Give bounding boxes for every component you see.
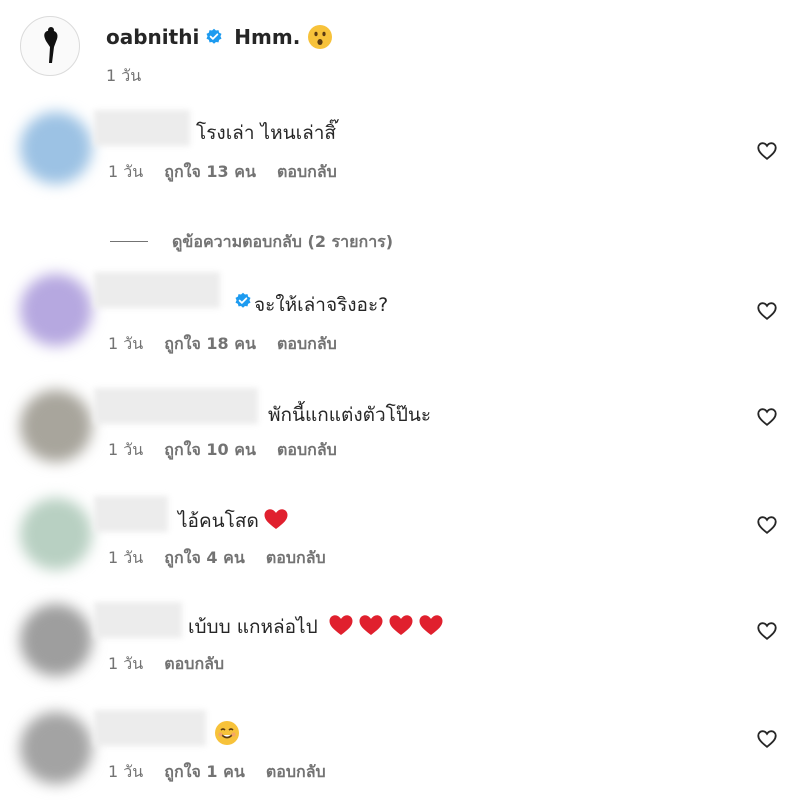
comment-time: 1 วัน	[108, 548, 144, 567]
commenter-username-blurred[interactable]	[94, 272, 220, 308]
comment-likes[interactable]: ถูกใจ 4 คน	[164, 548, 244, 567]
comment-text: จะให้เล่าจริงอะ?	[254, 294, 389, 316]
commenter-username-blurred[interactable]	[94, 388, 258, 424]
comment-item: โรงเล่า ไหนเล่าสิ๊ 1 วัน ถูกใจ 13 คน ตอบ…	[0, 104, 800, 210]
comment-time: 1 วัน	[108, 654, 144, 673]
view-replies-link[interactable]: ดูข้อความตอบกลับ (2 รายการ)	[110, 230, 393, 255]
comment-likes[interactable]: ถูกใจ 10 คน	[164, 440, 256, 459]
post-time: 1 วัน	[106, 66, 142, 85]
comment-item: จะให้เล่าจริงอะ? 1 วัน ถูกใจ 18 คน ตอบกล…	[0, 266, 800, 372]
comment-time: 1 วัน	[108, 762, 144, 781]
like-heart-outline-icon[interactable]	[756, 620, 778, 642]
comment-meta: 1 วัน ถูกใจ 4 คน ตอบกลับ	[108, 546, 342, 571]
comment-item: ไอ้คนโสด 1 วัน ถูกใจ 4 คน ตอบกลับ	[0, 490, 800, 596]
hushed-face-emoji-icon	[308, 25, 333, 49]
reply-button[interactable]: ตอบกลับ	[266, 548, 326, 567]
reply-button[interactable]: ตอบกลับ	[164, 654, 224, 673]
commenter-avatar[interactable]	[20, 390, 92, 462]
commenter-username-blurred[interactable]	[94, 110, 190, 146]
comment-text: พักนี้แกแต่งตัวโป๊นะ	[268, 404, 432, 426]
like-heart-outline-icon[interactable]	[756, 728, 778, 750]
comment-meta: 1 วัน ตอบกลับ	[108, 652, 240, 677]
comment-meta: 1 วัน ถูกใจ 1 คน ตอบกลับ	[108, 760, 342, 785]
reply-button[interactable]: ตอบกลับ	[277, 334, 337, 353]
red-heart-emoji-icon	[359, 615, 383, 635]
comment-item: เบ้บบ แกหล่อไป 1 วัน ตอบกลับ	[0, 596, 800, 702]
like-heart-outline-icon[interactable]	[756, 300, 778, 322]
comment-text-line: เบ้บบ แกหล่อไป	[188, 612, 444, 642]
post-author-avatar[interactable]	[20, 16, 80, 76]
red-heart-emoji-icon	[389, 615, 413, 635]
commenter-avatar[interactable]	[20, 112, 92, 184]
comment-meta: 1 วัน ถูกใจ 13 คน ตอบกลับ	[108, 160, 353, 185]
like-heart-outline-icon[interactable]	[756, 140, 778, 162]
reply-button[interactable]: ตอบกลับ	[277, 440, 337, 459]
commenter-avatar[interactable]	[20, 604, 92, 676]
commenter-username-blurred[interactable]	[94, 602, 182, 638]
comment-time: 1 วัน	[108, 440, 144, 459]
red-heart-emoji-icon	[419, 615, 443, 635]
comment-time: 1 วัน	[108, 334, 144, 353]
comment-likes[interactable]: ถูกใจ 13 คน	[164, 162, 256, 181]
comment-text-line: ไอ้คนโสด	[178, 506, 289, 536]
comment-meta: 1 วัน ถูกใจ 18 คน ตอบกลับ	[108, 332, 353, 357]
view-replies-divider	[110, 241, 148, 242]
like-heart-outline-icon[interactable]	[756, 514, 778, 536]
commenter-username-blurred[interactable]	[94, 496, 168, 532]
smiling-face-emoji-icon	[215, 721, 239, 745]
commenter-avatar[interactable]	[20, 274, 92, 346]
comment-likes[interactable]: ถูกใจ 1 คน	[164, 762, 244, 781]
red-heart-emoji-icon	[329, 615, 353, 635]
like-heart-outline-icon[interactable]	[756, 406, 778, 428]
comment-time: 1 วัน	[108, 162, 144, 181]
reply-button[interactable]: ตอบกลับ	[277, 162, 337, 181]
comment-item: พักนี้แกแต่งตัวโป๊นะ 1 วัน ถูกใจ 10 คน ต…	[0, 382, 800, 488]
post-caption-text: Hmm.	[234, 25, 301, 49]
comment-item: 1 วัน ถูกใจ 1 คน ตอบกลับ	[0, 704, 800, 802]
post-header: oabnithi Hmm. 1 วัน	[0, 0, 800, 100]
commenter-username-blurred[interactable]	[94, 710, 206, 746]
post-username[interactable]: oabnithi	[106, 25, 199, 49]
bowing-figure-icon	[44, 27, 58, 63]
verified-badge-icon	[235, 292, 251, 308]
red-heart-emoji-icon	[264, 509, 288, 529]
comment-text-line	[214, 720, 240, 746]
comment-meta: 1 วัน ถูกใจ 10 คน ตอบกลับ	[108, 438, 353, 463]
commenter-avatar[interactable]	[20, 498, 92, 570]
comment-text: โรงเล่า ไหนเล่าสิ๊	[196, 122, 337, 144]
comment-text: เบ้บบ แกหล่อไป	[188, 616, 318, 638]
verified-badge-icon	[206, 28, 222, 44]
reply-button[interactable]: ตอบกลับ	[266, 762, 326, 781]
post-caption-line: oabnithi Hmm.	[106, 24, 333, 50]
view-replies-label: ดูข้อความตอบกลับ (2 รายการ)	[172, 232, 394, 251]
comment-likes[interactable]: ถูกใจ 18 คน	[164, 334, 256, 353]
comment-text: ไอ้คนโสด	[178, 510, 259, 532]
commenter-avatar[interactable]	[20, 712, 92, 784]
